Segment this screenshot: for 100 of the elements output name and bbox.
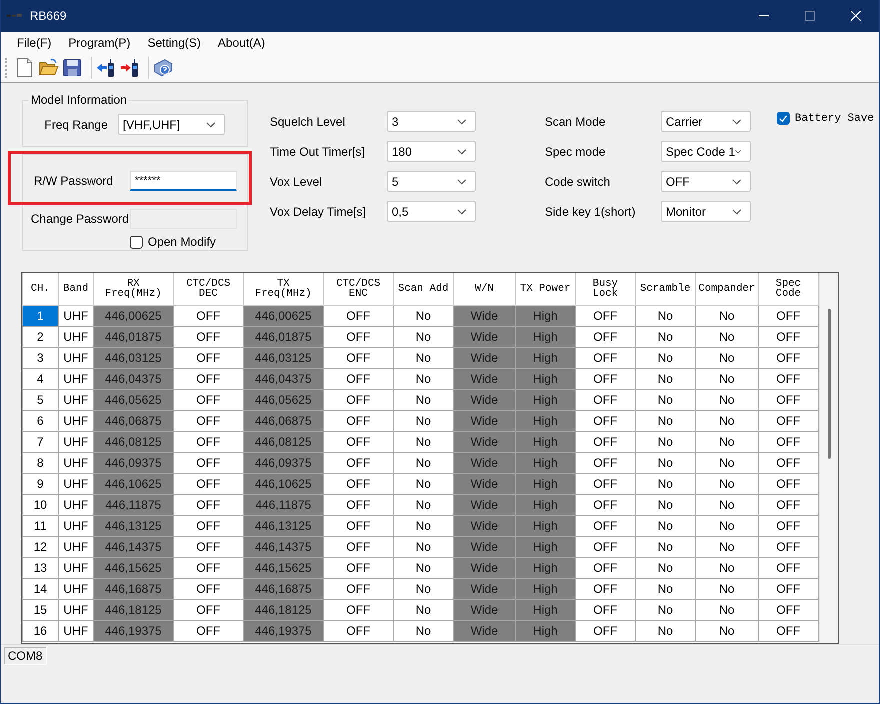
table-cell: OFF: [576, 410, 636, 432]
column-header[interactable]: Band: [58, 273, 94, 306]
dropdown[interactable]: OFF: [661, 171, 751, 192]
column-header[interactable]: Busy Lock: [576, 273, 636, 306]
setting-label: Squelch Level: [270, 114, 346, 128]
table-cell: No: [636, 516, 696, 536]
dropdown[interactable]: Monitor: [661, 201, 751, 222]
table-cell: Wide: [454, 410, 516, 432]
menu-item[interactable]: File(F): [9, 36, 61, 50]
caret-icon: [732, 178, 742, 184]
column-header[interactable]: CTC/DCS DEC: [174, 273, 244, 306]
table-cell: Wide: [454, 558, 516, 578]
table-cell: No: [636, 390, 696, 410]
channel-number-cell: 12: [22, 536, 58, 558]
channel-number-cell: 7: [22, 432, 58, 452]
table-cell: Wide: [454, 536, 516, 558]
channel-number-cell: 2: [22, 326, 58, 348]
menu-item[interactable]: Setting(S): [140, 36, 210, 50]
checkbox[interactable]: [777, 112, 790, 125]
table-cell: Wide: [454, 306, 516, 326]
dropdown[interactable]: 3: [387, 111, 476, 132]
maximize-icon[interactable]: [805, 11, 815, 21]
read-radio-icon[interactable]: [96, 58, 116, 78]
menu-item[interactable]: About(A): [210, 36, 274, 50]
dropdown[interactable]: Spec Code 1: [661, 141, 751, 162]
table-cell: No: [696, 516, 758, 536]
dropdown[interactable]: 0,5: [387, 201, 476, 222]
table-cell: High: [516, 326, 576, 348]
table-cell: Wide: [454, 326, 516, 348]
table-cell: Wide: [454, 432, 516, 452]
table-cell: No: [636, 494, 696, 516]
open-folder-icon[interactable]: [39, 58, 59, 78]
table-cell: 446,01875: [94, 326, 174, 348]
table-cell: No: [696, 410, 758, 432]
table-cell: 446,06875: [94, 410, 174, 432]
table-cell: 446,13125: [94, 516, 174, 536]
channel-number-cell: 5: [22, 390, 58, 410]
table-cell: OFF: [576, 558, 636, 578]
column-header[interactable]: Scan Add: [394, 273, 454, 306]
table-cell: 446,03125: [244, 348, 324, 368]
close-icon[interactable]: [851, 11, 861, 21]
channel-number-cell: 9: [22, 474, 58, 494]
table-cell: 446,13125: [244, 516, 324, 536]
table-cell: 446,18125: [94, 600, 174, 620]
caret-icon: [732, 208, 742, 214]
checkbox[interactable]: [130, 236, 143, 248]
table-cell: No: [636, 536, 696, 558]
password-field[interactable]: ******: [130, 171, 237, 191]
channel-number-cell: 6: [22, 410, 58, 432]
table-cell: Wide: [454, 474, 516, 494]
table-cell: No: [636, 620, 696, 642]
channel-number-cell: 11: [22, 516, 58, 536]
channel-number-cell: 1: [22, 306, 58, 326]
table-cell: No: [696, 536, 758, 558]
channel-number-cell: 8: [22, 452, 58, 474]
table-cell: 446,14375: [244, 536, 324, 558]
dropdown[interactable]: 5: [387, 171, 476, 192]
column-header[interactable]: Scramble: [636, 273, 696, 306]
table-cell: No: [696, 326, 758, 348]
table-cell: 446,19375: [244, 620, 324, 642]
table-cell: 446,01875: [244, 326, 324, 348]
column-header[interactable]: CTC/DCS ENC: [324, 273, 394, 306]
table-cell: OFF: [576, 600, 636, 620]
table-cell: 446,04375: [244, 368, 324, 390]
table-cell: OFF: [576, 474, 636, 494]
new-document-icon[interactable]: [15, 58, 35, 78]
table-cell: 446,04375: [94, 368, 174, 390]
table-cell: No: [636, 306, 696, 326]
setting-label: Spec mode: [545, 144, 607, 158]
table-cell: No: [696, 474, 758, 494]
help-book-icon[interactable]: [153, 58, 173, 78]
table-cell: High: [516, 536, 576, 558]
table-cell: OFF: [576, 620, 636, 642]
table-cell: High: [516, 578, 576, 600]
table-cell: OFF: [174, 620, 244, 642]
scrollbar[interactable]: [828, 309, 831, 459]
table-cell: OFF: [324, 306, 394, 326]
write-radio-icon[interactable]: [120, 58, 140, 78]
table-cell: OFF: [576, 516, 636, 536]
table-cell: OFF: [576, 494, 636, 516]
channel-number-cell: 3: [22, 348, 58, 368]
dropdown[interactable]: 180: [387, 141, 476, 162]
table-cell: OFF: [324, 368, 394, 390]
table-cell: No: [636, 410, 696, 432]
table-cell: OFF: [324, 516, 394, 536]
save-icon[interactable]: [63, 58, 83, 78]
channel-number-cell: 16: [22, 620, 58, 642]
table-cell: High: [516, 494, 576, 516]
channel-number-cell: 15: [22, 600, 58, 620]
table-cell: High: [516, 558, 576, 578]
table-cell: 446,08125: [94, 432, 174, 452]
dropdown[interactable]: [VHF,UHF]: [118, 114, 225, 135]
port-status: COM8: [4, 647, 47, 665]
column-header[interactable]: Compander: [696, 273, 758, 306]
table-cell: OFF: [324, 410, 394, 432]
table-cell: High: [516, 516, 576, 536]
dropdown[interactable]: Carrier: [661, 111, 751, 132]
table-cell: 446,18125: [244, 600, 324, 620]
menu-item[interactable]: Program(P): [60, 36, 140, 50]
table-cell: No: [636, 326, 696, 348]
